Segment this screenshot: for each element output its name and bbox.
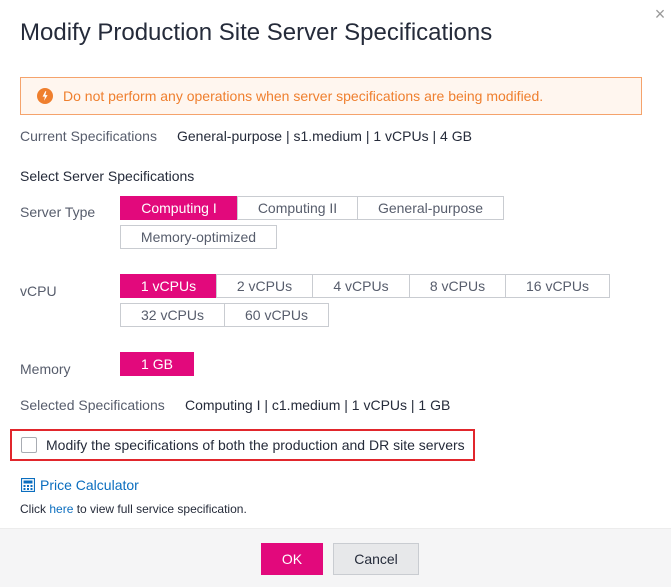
view-spec-link[interactable]: here <box>49 502 73 516</box>
current-spec-value: General-purpose | s1.medium | 1 vCPUs | … <box>177 128 472 144</box>
server-type-option-computing-ii[interactable]: Computing II <box>237 196 358 220</box>
note-prefix: Click <box>20 502 50 516</box>
note-suffix: to view full service specification. <box>73 502 247 516</box>
vcpu-option-32[interactable]: 32 vCPUs <box>120 303 225 327</box>
server-type-option-general-purpose[interactable]: General-purpose <box>357 196 504 220</box>
selected-spec-label: Selected Specifications <box>20 397 165 413</box>
ok-button[interactable]: OK <box>261 543 323 575</box>
server-type-option-computing-i[interactable]: Computing I <box>120 196 238 220</box>
spec-note: Click here to view full service specific… <box>20 502 247 516</box>
dr-option-checkbox[interactable] <box>21 437 37 453</box>
vcpu-option-60[interactable]: 60 vCPUs <box>224 303 329 327</box>
dialog-title: Modify Production Site Server Specificat… <box>20 19 493 46</box>
warning-text: Do not perform any operations when serve… <box>63 88 544 104</box>
server-type-label: Server Type <box>20 204 96 220</box>
vcpu-option-16[interactable]: 16 vCPUs <box>505 274 610 298</box>
current-spec-label: Current Specifications <box>20 128 157 144</box>
warning-banner: Do not perform any operations when serve… <box>20 77 642 115</box>
modify-specs-dialog: Modify Production Site Server Specificat… <box>0 0 671 587</box>
vcpu-option-1[interactable]: 1 vCPUs <box>120 274 217 298</box>
server-type-option-memory-optimized[interactable]: Memory-optimized <box>120 225 277 249</box>
memory-option-1gb[interactable]: 1 GB <box>120 352 194 376</box>
dialog-footer: OK Cancel <box>0 528 671 587</box>
vcpu-option-2[interactable]: 2 vCPUs <box>216 274 313 298</box>
selected-spec-value: Computing I | c1.medium | 1 vCPUs | 1 GB <box>185 397 451 413</box>
dr-option-highlight: Modify the specifications of both the pr… <box>10 429 475 461</box>
vcpu-option-8[interactable]: 8 vCPUs <box>409 274 506 298</box>
vcpu-label: vCPU <box>20 283 57 299</box>
calculator-icon[interactable] <box>20 477 36 493</box>
warning-icon <box>37 88 53 104</box>
select-spec-heading: Select Server Specifications <box>20 168 195 184</box>
price-calculator-link[interactable]: Price Calculator <box>40 477 139 493</box>
memory-label: Memory <box>20 361 71 377</box>
vcpu-option-4[interactable]: 4 vCPUs <box>312 274 410 298</box>
cancel-button[interactable]: Cancel <box>333 543 419 575</box>
dr-option-label[interactable]: Modify the specifications of both the pr… <box>46 437 465 453</box>
close-icon[interactable]: × <box>652 5 668 23</box>
